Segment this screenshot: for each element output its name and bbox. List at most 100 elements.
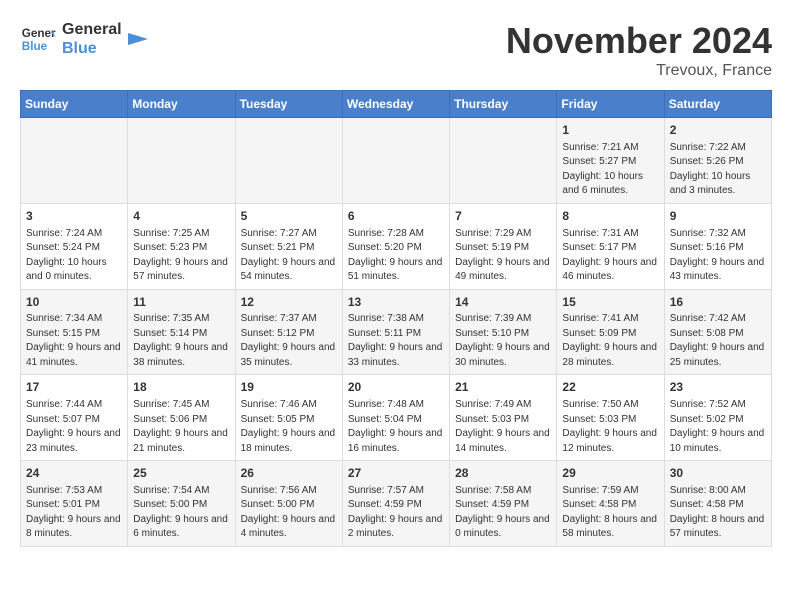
calendar-cell: 3 Sunrise: 7:24 AM Sunset: 5:24 PM Daylig… — [21, 203, 128, 289]
calendar-cell: 13Sunrise: 7:38 AM Sunset: 5:11 PM Dayli… — [342, 289, 449, 375]
day-number: 5 — [241, 208, 337, 225]
day-info: Sunrise: 7:37 AM Sunset: 5:12 PM Dayligh… — [241, 312, 337, 370]
header: General Blue General Blue November 2024 … — [20, 20, 772, 80]
day-number: 22 — [562, 379, 658, 396]
day-number: 16 — [670, 294, 766, 311]
calendar-cell: 2Sunrise: 7:22 AM Sunset: 5:26 PM Daylig… — [664, 118, 771, 204]
calendar-cell: 15Sunrise: 7:41 AM Sunset: 5:09 PM Dayli… — [557, 289, 664, 375]
day-info: Sunrise: 7:29 AM Sunset: 5:19 PM Dayligh… — [455, 227, 551, 285]
logo-text-general: General — [62, 20, 122, 39]
calendar-cell: 21 Sunrise: 7:49 AM Sunset: 5:03 PM Dayli… — [450, 375, 557, 461]
day-info: Sunrise: 7:57 AM Sunset: 4:59 PM Dayligh… — [348, 484, 444, 542]
day-number: 14 — [455, 294, 551, 311]
day-number: 4 — [133, 208, 229, 225]
day-number: 21 — [455, 379, 551, 396]
day-number: 28 — [455, 465, 551, 482]
calendar-cell: 28 Sunrise: 7:58 AM Sunset: 4:59 PM Dayli… — [450, 461, 557, 547]
calendar-cell: 23 Sunrise: 7:52 AM Sunset: 5:02 PM Dayli… — [664, 375, 771, 461]
day-number: 26 — [241, 465, 337, 482]
header-row: Sunday Monday Tuesday Wednesday Thursday… — [21, 91, 772, 118]
calendar-cell: 26 Sunrise: 7:56 AM Sunset: 5:00 PM Dayli… — [235, 461, 342, 547]
calendar-cell: 14Sunrise: 7:39 AM Sunset: 5:10 PM Dayli… — [450, 289, 557, 375]
location: Trevoux, France — [506, 62, 772, 80]
calendar-cell: 6Sunrise: 7:28 AM Sunset: 5:20 PM Daylig… — [342, 203, 449, 289]
day-info: Sunrise: 7:24 AM Sunset: 5:24 PM Dayligh… — [26, 227, 122, 285]
col-tuesday: Tuesday — [235, 91, 342, 118]
logo-text-blue: Blue — [62, 39, 122, 58]
calendar-week-2: 3 Sunrise: 7:24 AM Sunset: 5:24 PM Daylig… — [21, 203, 772, 289]
day-number: 6 — [348, 208, 444, 225]
calendar-cell — [128, 118, 235, 204]
calendar-cell: 12Sunrise: 7:37 AM Sunset: 5:12 PM Dayli… — [235, 289, 342, 375]
day-number: 3 — [26, 208, 122, 225]
calendar-cell: 18Sunrise: 7:45 AM Sunset: 5:06 PM Dayli… — [128, 375, 235, 461]
day-info: Sunrise: 7:53 AM Sunset: 5:01 PM Dayligh… — [26, 484, 122, 542]
day-info: Sunrise: 7:25 AM Sunset: 5:23 PM Dayligh… — [133, 227, 229, 285]
day-info: Sunrise: 7:46 AM Sunset: 5:05 PM Dayligh… — [241, 398, 337, 456]
calendar-cell: 1 Sunrise: 7:21 AM Sunset: 5:27 PM Daylig… — [557, 118, 664, 204]
day-number: 20 — [348, 379, 444, 396]
logo: General Blue General Blue — [20, 20, 148, 58]
col-sunday: Sunday — [21, 91, 128, 118]
day-info: Sunrise: 7:44 AM Sunset: 5:07 PM Dayligh… — [26, 398, 122, 456]
calendar-header: Sunday Monday Tuesday Wednesday Thursday… — [21, 91, 772, 118]
day-number: 27 — [348, 465, 444, 482]
calendar-cell: 7Sunrise: 7:29 AM Sunset: 5:19 PM Daylig… — [450, 203, 557, 289]
day-info: Sunrise: 7:48 AM Sunset: 5:04 PM Dayligh… — [348, 398, 444, 456]
calendar-week-3: 10Sunrise: 7:34 AM Sunset: 5:15 PM Dayli… — [21, 289, 772, 375]
svg-text:Blue: Blue — [22, 40, 48, 53]
day-number: 19 — [241, 379, 337, 396]
month-title: November 2024 — [506, 20, 772, 62]
calendar-cell: 27 Sunrise: 7:57 AM Sunset: 4:59 PM Dayli… — [342, 461, 449, 547]
calendar-body: 1 Sunrise: 7:21 AM Sunset: 5:27 PM Daylig… — [21, 118, 772, 547]
day-info: Sunrise: 7:42 AM Sunset: 5:08 PM Dayligh… — [670, 312, 766, 370]
col-saturday: Saturday — [664, 91, 771, 118]
day-info: Sunrise: 7:41 AM Sunset: 5:09 PM Dayligh… — [562, 312, 658, 370]
calendar-cell — [450, 118, 557, 204]
calendar-cell: 24Sunrise: 7:53 AM Sunset: 5:01 PM Dayli… — [21, 461, 128, 547]
day-info: Sunrise: 7:56 AM Sunset: 5:00 PM Dayligh… — [241, 484, 337, 542]
calendar-cell: 11Sunrise: 7:35 AM Sunset: 5:14 PM Dayli… — [128, 289, 235, 375]
calendar-cell: 8Sunrise: 7:31 AM Sunset: 5:17 PM Daylig… — [557, 203, 664, 289]
day-info: Sunrise: 7:35 AM Sunset: 5:14 PM Dayligh… — [133, 312, 229, 370]
calendar-cell: 16Sunrise: 7:42 AM Sunset: 5:08 PM Dayli… — [664, 289, 771, 375]
day-number: 17 — [26, 379, 122, 396]
day-number: 23 — [670, 379, 766, 396]
calendar-cell: 10Sunrise: 7:34 AM Sunset: 5:15 PM Dayli… — [21, 289, 128, 375]
day-number: 12 — [241, 294, 337, 311]
day-info: Sunrise: 7:31 AM Sunset: 5:17 PM Dayligh… — [562, 227, 658, 285]
day-info: Sunrise: 7:58 AM Sunset: 4:59 PM Dayligh… — [455, 484, 551, 542]
day-info: Sunrise: 7:32 AM Sunset: 5:16 PM Dayligh… — [670, 227, 766, 285]
calendar-cell — [235, 118, 342, 204]
col-monday: Monday — [128, 91, 235, 118]
logo-arrow-icon — [128, 29, 148, 49]
day-info: Sunrise: 7:54 AM Sunset: 5:00 PM Dayligh… — [133, 484, 229, 542]
calendar-cell: 5 Sunrise: 7:27 AM Sunset: 5:21 PM Daylig… — [235, 203, 342, 289]
day-number: 18 — [133, 379, 229, 396]
col-wednesday: Wednesday — [342, 91, 449, 118]
day-number: 1 — [562, 122, 658, 139]
calendar-cell: 22 Sunrise: 7:50 AM Sunset: 5:03 PM Dayli… — [557, 375, 664, 461]
day-number: 29 — [562, 465, 658, 482]
day-info: Sunrise: 7:39 AM Sunset: 5:10 PM Dayligh… — [455, 312, 551, 370]
calendar-cell — [342, 118, 449, 204]
calendar-cell: 20 Sunrise: 7:48 AM Sunset: 5:04 PM Dayli… — [342, 375, 449, 461]
day-number: 10 — [26, 294, 122, 311]
day-info: Sunrise: 7:49 AM Sunset: 5:03 PM Dayligh… — [455, 398, 551, 456]
calendar-cell: 30Sunrise: 8:00 AM Sunset: 4:58 PM Dayli… — [664, 461, 771, 547]
day-info: Sunrise: 7:21 AM Sunset: 5:27 PM Dayligh… — [562, 141, 658, 199]
logo-icon: General Blue — [20, 21, 56, 57]
calendar-cell: 19 Sunrise: 7:46 AM Sunset: 5:05 PM Dayli… — [235, 375, 342, 461]
title-area: November 2024 Trevoux, France — [506, 20, 772, 80]
calendar-cell — [21, 118, 128, 204]
day-info: Sunrise: 7:50 AM Sunset: 5:03 PM Dayligh… — [562, 398, 658, 456]
day-info: Sunrise: 7:34 AM Sunset: 5:15 PM Dayligh… — [26, 312, 122, 370]
calendar-cell: 29Sunrise: 7:59 AM Sunset: 4:58 PM Dayli… — [557, 461, 664, 547]
calendar-week-4: 17 Sunrise: 7:44 AM Sunset: 5:07 PM Dayli… — [21, 375, 772, 461]
day-info: Sunrise: 7:27 AM Sunset: 5:21 PM Dayligh… — [241, 227, 337, 285]
day-number: 11 — [133, 294, 229, 311]
day-number: 15 — [562, 294, 658, 311]
svg-text:General: General — [22, 27, 56, 40]
day-info: Sunrise: 7:52 AM Sunset: 5:02 PM Dayligh… — [670, 398, 766, 456]
calendar-cell: 25Sunrise: 7:54 AM Sunset: 5:00 PM Dayli… — [128, 461, 235, 547]
